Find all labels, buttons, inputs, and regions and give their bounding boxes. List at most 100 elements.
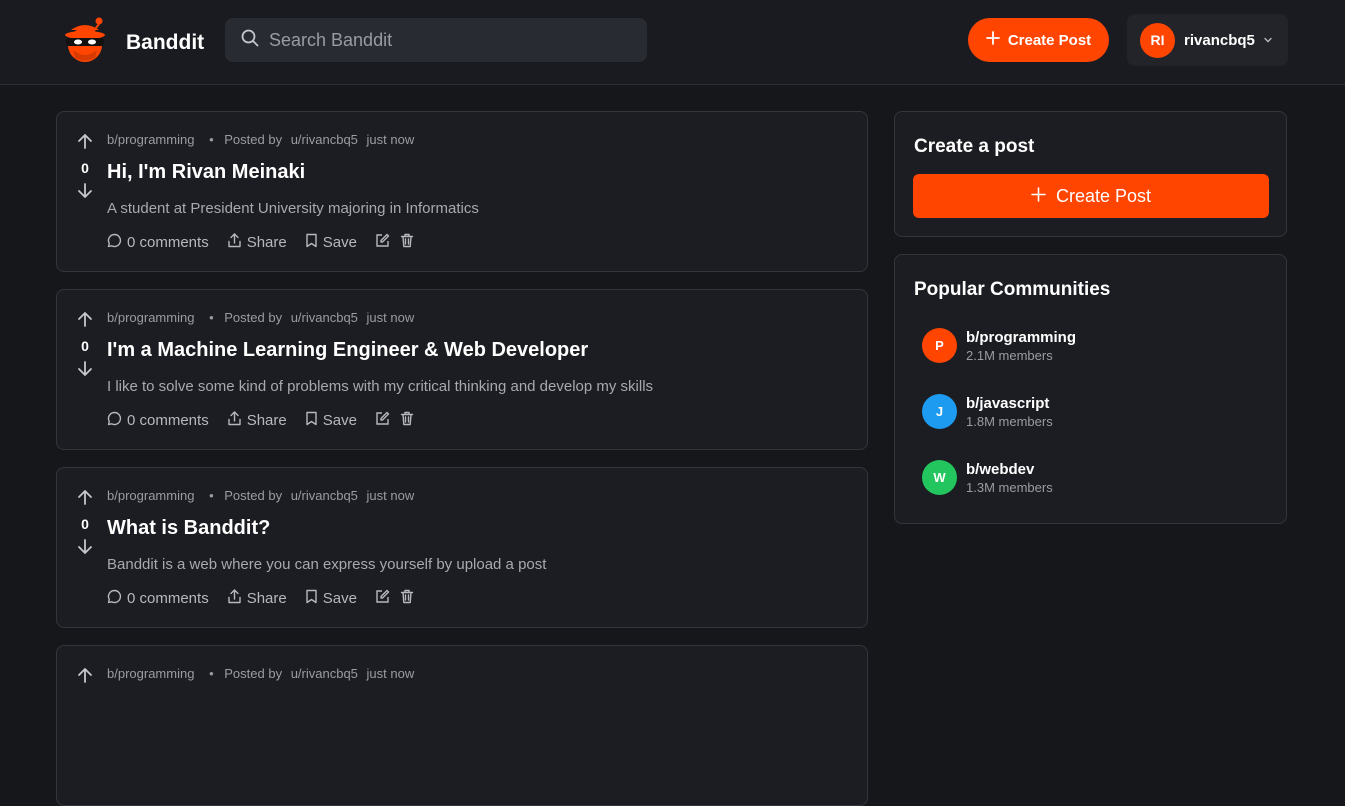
top-navigation-bar: Banddit Create Post RI rivancbq5 <box>0 0 1345 85</box>
post-community-link[interactable]: b/programming <box>107 132 194 147</box>
vote-control <box>75 666 95 689</box>
edit-icon <box>375 411 390 430</box>
save-button[interactable]: Save <box>305 411 357 430</box>
edit-button[interactable] <box>375 411 390 430</box>
downvote-arrow-icon[interactable] <box>75 182 95 205</box>
comment-bubble-icon <box>107 233 122 252</box>
bookmark-icon <box>305 233 318 252</box>
popular-communities-title: Popular Communities <box>914 279 1111 300</box>
post-body: I like to solve some kind of problems wi… <box>107 378 654 395</box>
create-post-card-title: Create a post <box>914 136 1035 157</box>
post-card[interactable]: b/programming • Posted by u/rivancbq5 ju… <box>56 645 868 806</box>
create-post-label: Create Post <box>1007 31 1092 49</box>
post-card[interactable]: 0 b/programming • Posted by u/rivancbq5 … <box>56 467 868 628</box>
post-body: A student at President University majori… <box>107 200 479 217</box>
search-input[interactable] <box>269 29 629 51</box>
brand-logo-link[interactable]: Banddit <box>63 16 204 69</box>
delete-button[interactable] <box>400 589 414 608</box>
share-button[interactable]: Share <box>227 589 287 608</box>
post-community-link[interactable]: b/programming <box>107 310 194 325</box>
edit-icon <box>375 589 390 608</box>
edit-icon <box>375 233 390 252</box>
meta-separator: • <box>209 310 214 325</box>
vote-count: 0 <box>81 516 89 532</box>
edit-button[interactable] <box>375 589 390 608</box>
post-title[interactable]: Hi, I'm Rivan Meinaki <box>107 161 305 184</box>
trash-icon <box>400 589 414 608</box>
chevron-down-icon <box>1263 35 1273 45</box>
post-author-link[interactable]: u/rivancbq5 <box>291 310 358 325</box>
comments-label: 0 comments <box>127 590 209 607</box>
posted-by-label: Posted by <box>224 132 283 147</box>
share-icon <box>227 589 242 608</box>
post-meta: b/programming • Posted by u/rivancbq5 ju… <box>107 310 419 325</box>
user-menu-button[interactable]: RI rivancbq5 <box>1127 14 1288 66</box>
comments-label: 0 comments <box>127 234 209 251</box>
share-button[interactable]: Share <box>227 233 287 252</box>
community-item[interactable]: J b/javascript 1.8M members <box>922 394 1053 429</box>
post-meta: b/programming • Posted by u/rivancbq5 ju… <box>107 132 419 147</box>
post-actions: 0 comments Share Save <box>107 233 424 252</box>
share-icon <box>227 411 242 430</box>
community-item[interactable]: P b/programming 2.1M members <box>922 328 1076 363</box>
delete-button[interactable] <box>400 233 414 252</box>
community-avatar: W <box>922 460 957 495</box>
comments-button[interactable]: 0 comments <box>107 589 209 608</box>
delete-button[interactable] <box>400 411 414 430</box>
search-bar[interactable] <box>225 18 647 62</box>
username: rivancbq5 <box>1184 31 1255 49</box>
post-time: just now <box>366 310 415 325</box>
vote-control: 0 <box>75 310 95 383</box>
post-card[interactable]: 0 b/programming • Posted by u/rivancbq5 … <box>56 289 868 450</box>
upvote-arrow-icon[interactable] <box>75 666 95 689</box>
post-author-link[interactable]: u/rivancbq5 <box>291 132 358 147</box>
save-button[interactable]: Save <box>305 233 357 252</box>
share-label: Share <box>246 412 287 429</box>
community-members: 1.8M members <box>966 413 1053 429</box>
meta-separator: • <box>209 132 214 147</box>
downvote-arrow-icon[interactable] <box>75 538 95 561</box>
bandit-mascot-icon <box>63 16 107 69</box>
sidebar-create-post-button[interactable]: Create Post <box>913 174 1269 218</box>
community-name: b/programming <box>966 328 1077 346</box>
save-label: Save <box>322 234 357 251</box>
create-post-card: Create a post Create Post <box>894 111 1287 237</box>
post-title[interactable]: What is Banddit? <box>107 517 270 540</box>
comments-button[interactable]: 0 comments <box>107 411 209 430</box>
upvote-arrow-icon[interactable] <box>75 488 95 511</box>
comments-label: 0 comments <box>127 412 209 429</box>
plus-icon <box>1031 186 1046 207</box>
post-actions: 0 comments Share Save <box>107 411 424 430</box>
save-button[interactable]: Save <box>305 589 357 608</box>
bookmark-icon <box>305 589 318 608</box>
trash-icon <box>400 411 414 430</box>
popular-communities-card: Popular Communities P b/programming 2.1M… <box>894 254 1287 524</box>
sidebar-create-post-label: Create Post <box>1055 185 1152 206</box>
post-community-link[interactable]: b/programming <box>107 488 194 503</box>
create-post-button[interactable]: Create Post <box>968 18 1109 62</box>
community-avatar: P <box>922 328 957 363</box>
post-meta: b/programming • Posted by u/rivancbq5 ju… <box>107 488 419 503</box>
vote-control: 0 <box>75 132 95 205</box>
community-item[interactable]: W b/webdev 1.3M members <box>922 460 1053 495</box>
plus-icon <box>985 31 1000 49</box>
edit-button[interactable] <box>375 233 390 252</box>
share-button[interactable]: Share <box>227 411 287 430</box>
upvote-arrow-icon[interactable] <box>75 132 95 155</box>
comments-button[interactable]: 0 comments <box>107 233 209 252</box>
post-author-link[interactable]: u/rivancbq5 <box>291 488 358 503</box>
community-name: b/webdev <box>966 460 1035 478</box>
comment-bubble-icon <box>107 411 122 430</box>
vote-control: 0 <box>75 488 95 561</box>
post-actions: 0 comments Share Save <box>107 589 424 608</box>
community-members: 2.1M members <box>966 347 1053 363</box>
upvote-arrow-icon[interactable] <box>75 310 95 333</box>
share-label: Share <box>246 234 287 251</box>
post-title[interactable]: I'm a Machine Learning Engineer & Web De… <box>107 339 588 362</box>
post-card[interactable]: 0 b/programming • Posted by u/rivancbq5 … <box>56 111 868 272</box>
user-avatar: RI <box>1140 22 1175 58</box>
comment-bubble-icon <box>107 589 122 608</box>
community-members: 1.3M members <box>966 479 1053 495</box>
post-body: Banddit is a web where you can express y… <box>107 556 547 573</box>
downvote-arrow-icon[interactable] <box>75 360 95 383</box>
